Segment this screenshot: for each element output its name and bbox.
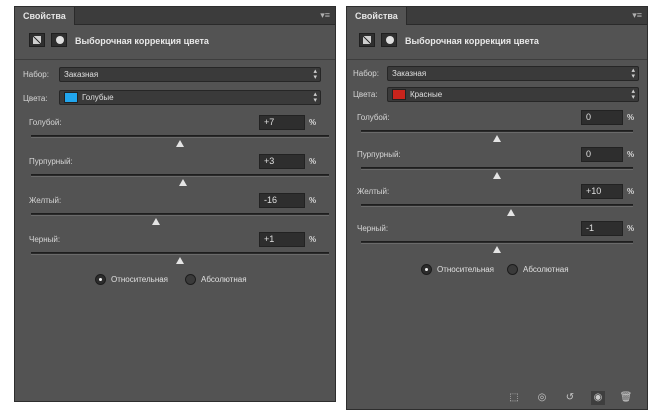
preset-select[interactable]: Заказная ▴ ▾ (59, 67, 321, 82)
slider-thumb[interactable] (176, 140, 184, 147)
colors-value: Голубые (82, 93, 114, 102)
color-swatch (392, 88, 406, 100)
tab-bar: Свойства ▾≡ (15, 7, 335, 25)
tab-bar: Свойства ▾≡ (347, 7, 647, 25)
divider (15, 59, 335, 60)
slider-track[interactable] (361, 241, 633, 244)
adjustment-header: Выборочная коррекция цвета (347, 27, 647, 55)
slider-thumb[interactable] (152, 218, 161, 225)
preset-value: Заказная (64, 70, 99, 79)
panel-footer: ⬚ ◎ ↺ ◉ 🗑 (507, 391, 641, 405)
radio-absolute-label: Абсолютная (523, 265, 569, 274)
reset-icon[interactable]: ↺ (563, 391, 577, 405)
percent-sign: % (309, 235, 317, 244)
slider-value-input[interactable]: 0 (581, 147, 623, 162)
slider-label: Черный: (29, 235, 61, 244)
select-arrows-icon: ▴ ▾ (631, 67, 635, 80)
percent-sign: % (309, 118, 317, 127)
adjustment-title: Выборочная коррекция цвета (75, 36, 209, 46)
percent-sign: % (627, 224, 635, 233)
slider-track[interactable] (31, 135, 329, 138)
properties-panel-cyans: Свойства ▾≡ Выборочная коррекция цвета Н… (14, 6, 336, 402)
slider-track[interactable] (31, 213, 329, 216)
adjustment-header: Выборочная коррекция цвета (15, 27, 335, 55)
radio-absolute[interactable] (185, 274, 196, 285)
clip-to-layer-icon[interactable]: ⬚ (507, 391, 521, 405)
preset-select[interactable]: Заказная ▴ ▾ (387, 66, 639, 81)
properties-panel-reds: Свойства ▾≡ Выборочная коррекция цвета Н… (346, 6, 648, 410)
slider-thumb[interactable] (493, 135, 501, 142)
radio-absolute[interactable] (507, 264, 518, 275)
trash-icon[interactable]: 🗑 (619, 391, 633, 405)
percent-sign: % (627, 150, 635, 159)
view-previous-state-icon[interactable]: ◎ (535, 391, 549, 405)
percent-sign: % (309, 196, 317, 205)
slider-label: Черный: (357, 224, 389, 233)
divider (347, 59, 647, 60)
slider-thumb[interactable] (176, 257, 184, 264)
slider-value-input[interactable]: 0 (581, 110, 623, 125)
colors-value: Красные (410, 90, 443, 99)
colors-label: Цвета: (353, 90, 378, 99)
slider-track[interactable] (361, 167, 633, 170)
slider-value-input[interactable]: -1 (581, 221, 623, 236)
tab-properties[interactable]: Свойства (347, 7, 407, 25)
slider-track[interactable] (361, 204, 633, 207)
radio-relative[interactable] (421, 264, 432, 275)
visibility-eye-icon[interactable]: ◉ (591, 391, 605, 405)
adjustment-title: Выборочная коррекция цвета (405, 36, 539, 46)
tab-properties[interactable]: Свойства (15, 7, 75, 25)
slider-value-input[interactable]: +7 (259, 115, 305, 130)
slider-track[interactable] (361, 130, 633, 133)
layer-mask-icon[interactable] (381, 33, 397, 47)
slider-thumb[interactable] (493, 172, 501, 179)
percent-sign: % (627, 113, 635, 122)
slider-label: Желтый: (29, 196, 62, 205)
slider-label: Голубой: (357, 113, 390, 122)
slider-value-input[interactable]: -16 (259, 193, 305, 208)
adjustment-layer-icon[interactable] (29, 33, 45, 47)
panel-menu-icon[interactable]: ▾≡ (632, 10, 642, 20)
slider-value-input[interactable]: +1 (259, 232, 305, 247)
slider-thumb[interactable] (493, 246, 501, 253)
slider-label: Желтый: (357, 187, 390, 196)
slider-label: Пурпурный: (357, 150, 401, 159)
panel-menu-icon[interactable]: ▾≡ (320, 10, 330, 20)
slider-value-input[interactable]: +10 (581, 184, 623, 199)
colors-select[interactable]: Красные ▴ ▾ (387, 87, 639, 102)
slider-label: Пурпурный: (29, 157, 73, 166)
radio-relative-label: Относительная (111, 275, 169, 284)
radio-relative[interactable] (95, 274, 106, 285)
color-swatch (64, 91, 78, 103)
preset-value: Заказная (392, 69, 427, 78)
colors-select[interactable]: Голубые ▴ ▾ (59, 90, 321, 105)
layer-mask-icon[interactable] (51, 33, 67, 47)
slider-label: Голубой: (29, 118, 62, 127)
slider-track[interactable] (31, 174, 329, 177)
slider-track[interactable] (31, 252, 329, 255)
slider-thumb[interactable] (506, 209, 515, 216)
percent-sign: % (309, 157, 317, 166)
radio-absolute-label: Абсолютная (201, 275, 247, 284)
radio-relative-label: Относительная (437, 265, 495, 274)
select-arrows-icon: ▴ ▾ (313, 91, 317, 104)
adjustment-layer-icon[interactable] (359, 33, 375, 47)
slider-thumb[interactable] (178, 179, 187, 186)
slider-value-input[interactable]: +3 (259, 154, 305, 169)
percent-sign: % (627, 187, 635, 196)
select-arrows-icon: ▴ ▾ (313, 68, 317, 81)
colors-label: Цвета: (23, 94, 48, 103)
preset-label: Набор: (23, 70, 49, 79)
select-arrows-icon: ▴ ▾ (631, 88, 635, 101)
preset-label: Набор: (353, 69, 379, 78)
